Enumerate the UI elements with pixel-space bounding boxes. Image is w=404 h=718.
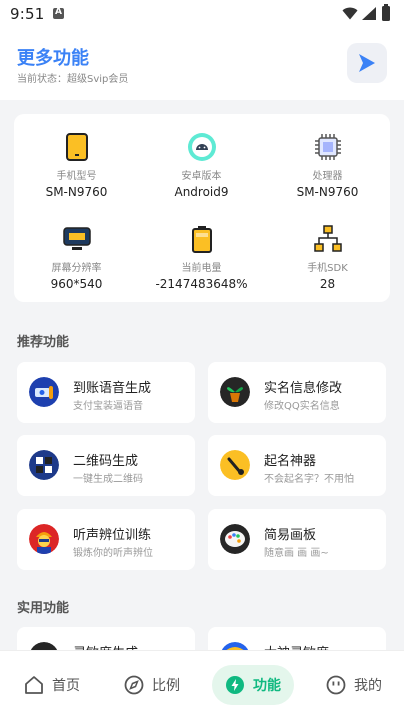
section-title-recommended: 推荐功能 bbox=[17, 335, 70, 350]
feature-realname-edit[interactable]: 实名信息修改 修改QQ实名信息 bbox=[208, 362, 386, 423]
device-info-card: 手机型号 SM-N9760 安卓版本 Android9 处理器 SM-N9760… bbox=[14, 114, 390, 302]
nav-item-mine[interactable]: 我的 bbox=[314, 665, 394, 705]
feature-drawing-board[interactable]: 简易画板 随意画 画 画~ bbox=[208, 509, 386, 570]
status-time: 9:51 bbox=[10, 5, 45, 23]
soldier-icon bbox=[29, 524, 59, 554]
palette-icon bbox=[220, 524, 250, 554]
info-battery: 当前电量 -2147483648% bbox=[139, 224, 264, 291]
feature-qrcode[interactable]: 二维码生成 一键生成二维码 bbox=[17, 435, 195, 496]
feature-name-generator[interactable]: 起名神器 不会起名字？不用怕 bbox=[208, 435, 386, 496]
notification-icon bbox=[53, 7, 64, 19]
cpu-icon bbox=[313, 132, 343, 162]
sdk-icon bbox=[313, 224, 343, 254]
feature-voice-money[interactable]: 到账语音生成 支付宝装逼语音 bbox=[17, 362, 195, 423]
voice-money-icon bbox=[29, 377, 59, 407]
smile-icon bbox=[326, 675, 346, 695]
status-bar: 9:51 bbox=[0, 0, 404, 28]
compass-icon bbox=[124, 675, 144, 695]
nav-item-features[interactable]: 功能 bbox=[212, 665, 294, 705]
nav-item-ratio[interactable]: 比例 bbox=[112, 665, 192, 705]
bottom-navigation: 首页 比例 功能 我的 bbox=[0, 650, 404, 718]
info-phone-model: 手机型号 SM-N9760 bbox=[14, 132, 139, 199]
wifi-icon bbox=[342, 7, 358, 20]
nav-item-home[interactable]: 首页 bbox=[12, 665, 92, 705]
section-title-practical: 实用功能 bbox=[17, 601, 70, 616]
qrcode-icon bbox=[29, 450, 59, 480]
brush-icon bbox=[220, 450, 250, 480]
feature-sound-training[interactable]: 听声辨位训练 锻炼你的听声辨位 bbox=[17, 509, 195, 570]
play-icon bbox=[359, 54, 375, 72]
signal-icon bbox=[362, 7, 376, 20]
battery-status-icon bbox=[382, 4, 390, 21]
info-sdk: 手机SDK 28 bbox=[265, 224, 390, 291]
home-icon bbox=[25, 676, 43, 694]
member-status: 当前状态：超级Svip会员 bbox=[17, 74, 129, 85]
bolt-icon bbox=[226, 676, 244, 694]
info-resolution: 屏幕分辨率 960*540 bbox=[14, 224, 139, 291]
plant-icon bbox=[220, 377, 250, 407]
info-android-version: 安卓版本 Android9 bbox=[139, 132, 264, 199]
play-button[interactable] bbox=[347, 43, 387, 83]
info-processor: 处理器 SM-N9760 bbox=[265, 132, 390, 199]
battery-icon bbox=[187, 224, 217, 254]
android-icon bbox=[187, 132, 217, 162]
screen-icon bbox=[62, 224, 92, 254]
page-header: 更多功能 当前状态：超级Svip会员 bbox=[0, 28, 404, 100]
page-title: 更多功能 bbox=[17, 48, 89, 69]
phone-icon bbox=[62, 132, 92, 162]
